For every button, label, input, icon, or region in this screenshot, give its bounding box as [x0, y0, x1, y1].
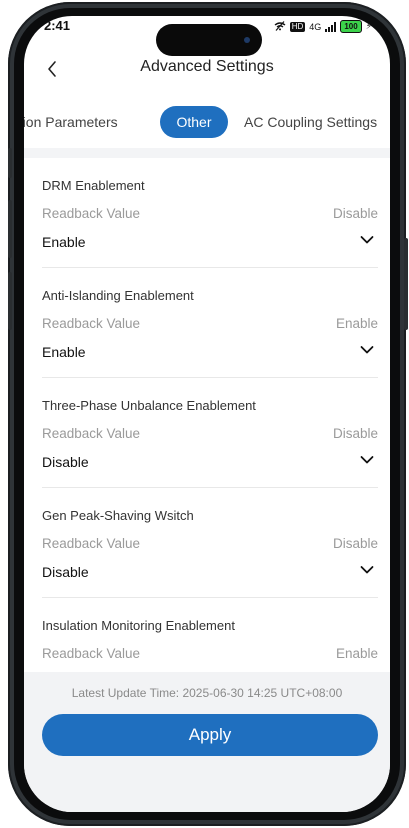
readback-value: Disable	[332, 426, 378, 441]
tab-other[interactable]: Other	[160, 106, 228, 138]
select-value: Disable	[42, 454, 89, 470]
camera-icon	[244, 37, 250, 43]
phone-side-button	[8, 148, 12, 178]
tab-ac-coupling-settings[interactable]: AC Coupling Settings	[244, 106, 377, 138]
latest-update-time: Latest Update Time: 2025-06-30 14:25 UTC…	[71, 686, 343, 700]
chevron-down-icon	[360, 236, 374, 244]
select-value: Disable	[42, 564, 89, 580]
bottom-panel: Latest Update Time: 2025-06-30 14:25 UTC…	[24, 672, 390, 812]
setting-gen-peak-shaving: Gen Peak-Shaving Wsitch Readback Value D…	[42, 488, 378, 598]
readback-value: Disable	[332, 536, 378, 551]
three-phase-unbalance-select[interactable]: Disable	[42, 448, 378, 474]
readback-label: Readback Value	[42, 206, 141, 221]
wifi-off-icon	[274, 20, 286, 33]
setting-title: Three-Phase Unbalance Enablement	[42, 398, 256, 413]
readback-label: Readback Value	[42, 426, 141, 441]
anti-islanding-select[interactable]: Enable	[42, 338, 378, 364]
readback-value: Disable	[332, 206, 378, 221]
status-bar: 2:41 HD 4G 100 ⚡	[24, 16, 390, 56]
chevron-down-icon	[360, 456, 374, 464]
network-type-label: 4G	[309, 21, 322, 32]
chevron-down-icon	[360, 566, 374, 574]
setting-title: Gen Peak-Shaving Wsitch	[42, 508, 194, 523]
gen-peak-shaving-select[interactable]: Disable	[42, 558, 378, 584]
drm-enablement-select[interactable]: Enable	[42, 228, 378, 254]
setting-drm-enablement: DRM Enablement Readback Value Disable En…	[42, 158, 378, 268]
readback-label: Readback Value	[42, 316, 141, 331]
status-icons: HD 4G 100 ⚡	[274, 20, 372, 33]
readback-value: Enable	[335, 316, 378, 331]
readback-value: Enable	[335, 646, 378, 661]
setting-title: Insulation Monitoring Enablement	[42, 618, 235, 633]
phone-volume-down-button	[8, 272, 12, 330]
app-screen: 2:41 HD 4G 100 ⚡ Advanced Settings ectio…	[24, 16, 390, 812]
tab-connection-parameters[interactable]: ection Parameters	[24, 106, 118, 138]
setting-anti-islanding: Anti-Islanding Enablement Readback Value…	[42, 268, 378, 378]
select-value: Enable	[42, 234, 86, 250]
setting-title: Anti-Islanding Enablement	[42, 288, 194, 303]
setting-three-phase-unbalance: Three-Phase Unbalance Enablement Readbac…	[42, 378, 378, 488]
signal-icon	[325, 21, 337, 32]
hd-icon: HD	[289, 21, 306, 32]
status-time: 2:41	[44, 18, 71, 33]
tab-bar: ection Parameters Other AC Coupling Sett…	[24, 106, 390, 140]
nav-header: Advanced Settings	[24, 54, 390, 84]
setting-title: DRM Enablement	[42, 178, 145, 193]
dynamic-island	[156, 24, 262, 56]
battery-icon: 100	[340, 20, 362, 33]
apply-button[interactable]: Apply	[42, 714, 378, 756]
settings-list: DRM Enablement Readback Value Disable En…	[42, 158, 378, 688]
phone-power-button	[404, 238, 408, 330]
readback-label: Readback Value	[42, 646, 141, 661]
readback-label: Readback Value	[42, 536, 141, 551]
charging-icon: ⚡	[365, 21, 372, 31]
page-title: Advanced Settings	[140, 58, 274, 75]
section-divider	[24, 148, 390, 158]
chevron-down-icon	[360, 346, 374, 354]
phone-volume-up-button	[8, 200, 12, 258]
select-value: Enable	[42, 344, 86, 360]
